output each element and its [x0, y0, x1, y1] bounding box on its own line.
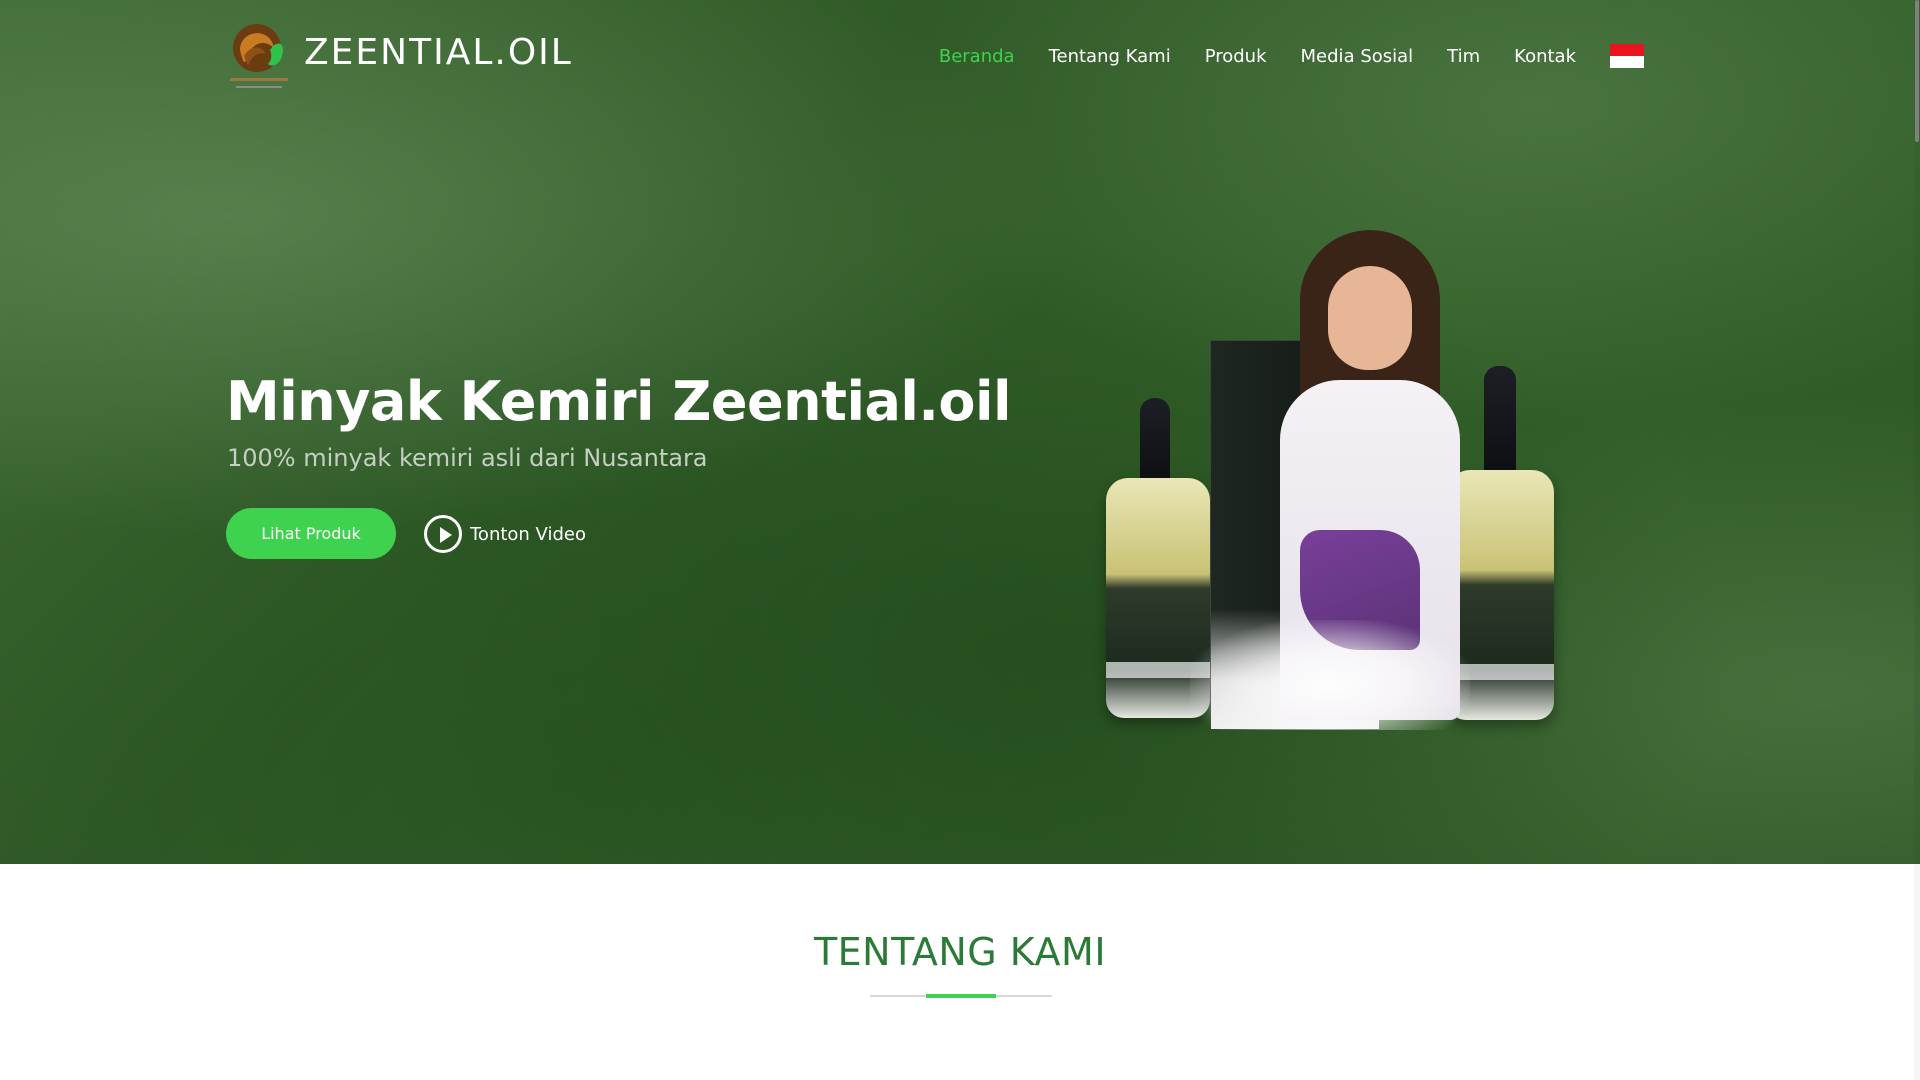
hero-title: Minyak Kemiri Zeential.oil [226, 370, 1012, 433]
watch-video-label: Tonton Video [470, 523, 586, 545]
site-logo[interactable]: ZEENTIAL.OIL [226, 20, 573, 96]
about-heading: TENTANG KAMI [813, 930, 1107, 974]
page-scrollbar[interactable] [1914, 0, 1920, 1080]
view-products-button[interactable]: Lihat Produk [226, 508, 396, 559]
hero-section: ZEENTIAL.OIL Beranda Tentang Kami Produk… [0, 0, 1920, 864]
nav-item-produk[interactable]: Produk [1205, 46, 1267, 67]
nav-item-media-sosial[interactable]: Media Sosial [1301, 46, 1414, 67]
mist-effect [1190, 620, 1470, 730]
flag-red-stripe [1610, 44, 1644, 56]
nav-item-kontak[interactable]: Kontak [1514, 46, 1576, 67]
nav-item-tentang-kami[interactable]: Tentang Kami [1049, 46, 1171, 67]
hero-product-image [1100, 230, 1560, 730]
logo-text: ZEENTIAL.OIL [304, 31, 573, 73]
page-scrollbar-thumb[interactable] [1915, 0, 1919, 142]
main-nav: Beranda Tentang Kami Produk Media Sosial… [905, 44, 1644, 68]
page: ZEENTIAL.OIL Beranda Tentang Kami Produk… [0, 0, 1920, 1080]
nav-item-tim[interactable]: Tim [1447, 46, 1480, 67]
model-face [1328, 266, 1412, 370]
left-bottle-dropper [1140, 398, 1170, 482]
right-bottle-dropper [1484, 366, 1516, 476]
watch-video-link[interactable]: Tonton Video [424, 515, 586, 553]
flag-white-stripe [1610, 56, 1644, 68]
nav-item-beranda[interactable]: Beranda [939, 46, 1015, 67]
about-heading-divider-accent [926, 994, 996, 998]
play-circle-icon [424, 515, 462, 553]
about-heading-divider [870, 994, 1052, 998]
indonesia-flag-icon[interactable] [1610, 44, 1644, 68]
logo-emblem-icon [226, 20, 292, 96]
hero-subtitle: 100% minyak kemiri asli dari Nusantara [227, 444, 708, 472]
